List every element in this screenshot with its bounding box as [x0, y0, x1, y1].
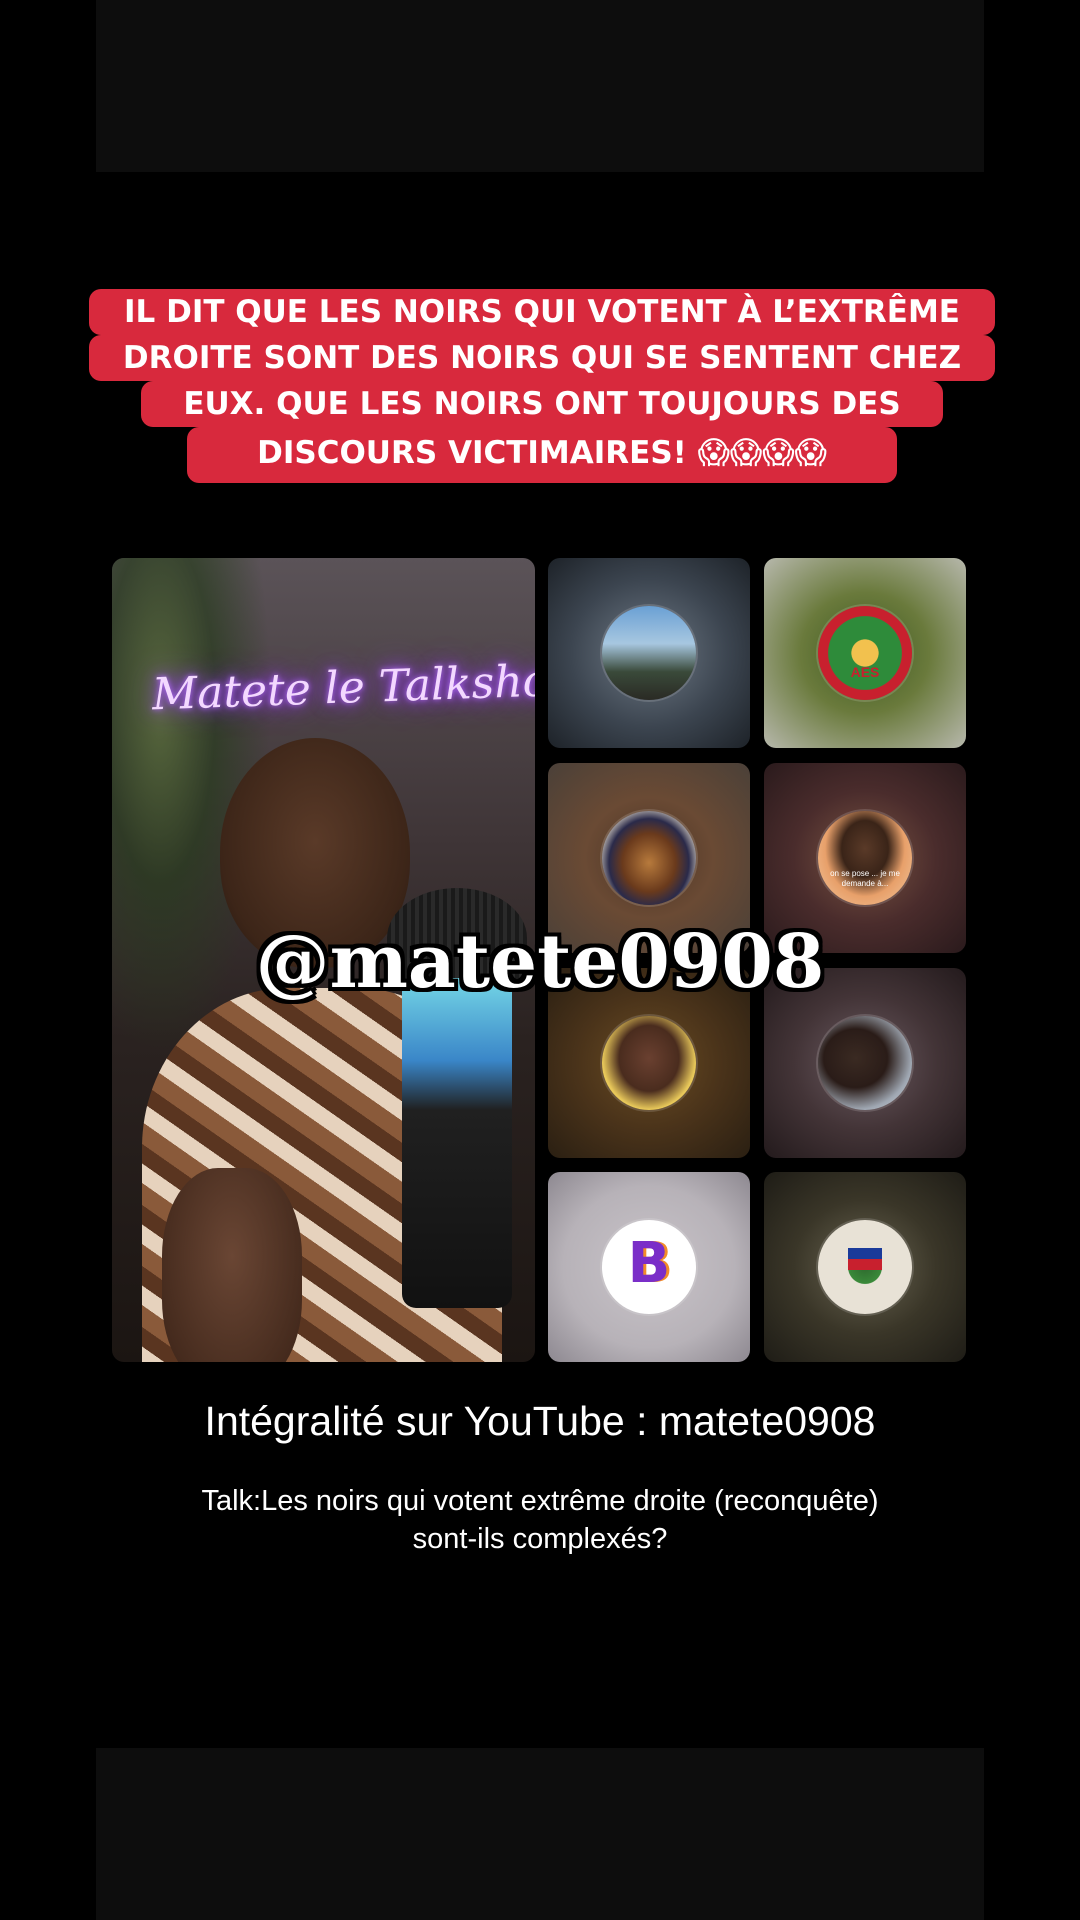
food-plate-avatar — [602, 811, 696, 905]
handle-watermark: @matete0908 — [255, 919, 825, 1005]
banner-line: IL DIT QUE LES NOIRS QUI VOTENT À L’EXTR… — [89, 289, 995, 335]
avatar-caption: on se pose ... je me demande à... — [830, 869, 900, 888]
banner-line: EUX. QUE LES NOIRS ONT TOUJOURS DES — [141, 381, 943, 427]
man-suit-portrait-avatar — [818, 1016, 912, 1110]
guest-tile[interactable]: B — [548, 1172, 750, 1362]
headline-banner: IL DIT QUE LES NOIRS QUI VOTENT À L’EXTR… — [89, 289, 995, 493]
neon-sign: Matete le Talkshow — [151, 654, 535, 721]
talk-caption-line: Talk:Les noirs qui votent extrême droite… — [201, 1485, 879, 1517]
b-logo-avatar: B — [602, 1220, 696, 1314]
emblem-text: AES — [850, 664, 880, 680]
youtube-caption: Intégralité sur YouTube : matete0908 — [204, 1398, 876, 1444]
guest-tile[interactable] — [548, 558, 750, 748]
talk-caption-line: sont-ils complexés? — [412, 1523, 668, 1555]
logo-letter: B — [627, 1231, 671, 1296]
top-letterbox — [96, 0, 984, 172]
haiti-seal-avatar — [818, 1220, 912, 1314]
aes-emblem-avatar: AES — [818, 606, 912, 700]
host-hand — [162, 1168, 302, 1362]
young-man-portrait-avatar — [602, 1016, 696, 1110]
flag-icon — [848, 1248, 882, 1270]
guest-tile[interactable] — [764, 1172, 966, 1362]
man-portrait-avatar: on se pose ... je me demande à... — [818, 811, 912, 905]
guest-tile[interactable]: AES — [764, 558, 966, 748]
microphone-icon — [402, 978, 512, 1308]
banner-line: DISCOURS VICTIMAIRES! 😱😱😱😱 — [187, 427, 897, 483]
banner-line: DROITE SONT DES NOIRS QUI SE SENTENT CHE… — [89, 335, 995, 381]
landscape-trees-avatar — [602, 606, 696, 700]
video-frame: IL DIT QUE LES NOIRS QUI VOTENT À L’EXTR… — [0, 0, 1080, 1920]
bottom-letterbox — [96, 1748, 984, 1920]
talk-caption: Talk:Les noirs qui votent extrême droite… — [140, 1482, 940, 1558]
